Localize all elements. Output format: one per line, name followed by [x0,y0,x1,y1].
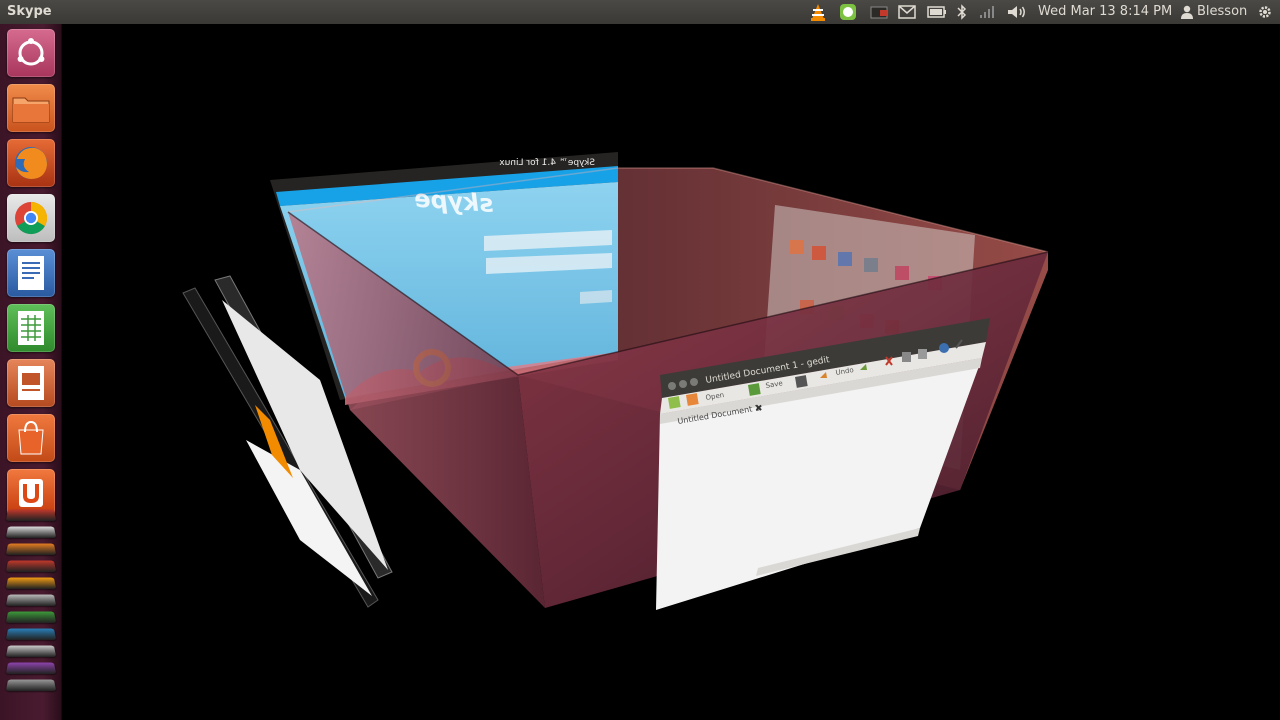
battery-icon[interactable] [926,3,948,21]
launcher-stack-item[interactable] [5,543,57,555]
vlc-icon[interactable] [808,3,828,21]
app-title: Skype [7,4,52,19]
firefox-button[interactable] [7,139,55,187]
gedit-new-icon[interactable] [668,396,681,409]
workspace-cube[interactable]: Skype™ 4.1 for Linux skype Untitled Docu… [62,24,1280,720]
gedit-maximize-icon[interactable] [690,378,698,386]
launcher [0,24,62,720]
software-center-button[interactable] [7,414,55,462]
libreoffice-writer-icon [18,256,44,290]
indicator-icon[interactable] [868,3,890,21]
launcher-stack-item[interactable] [5,679,57,691]
gedit-save-icon[interactable] [748,383,761,396]
firefox-icon [15,147,47,179]
cube-scene: Skype™ 4.1 for Linux skype Untitled Docu… [182,152,1049,610]
chrome-icon [15,201,48,235]
gedit-minimize-icon[interactable] [679,380,687,388]
launcher-stack-item[interactable] [5,509,57,521]
folder-icon [12,97,50,123]
launcher-stack-item[interactable] [5,594,57,606]
libreoffice-impress-icon [18,366,44,400]
chrome-button[interactable] [7,194,55,242]
launcher-stack-item[interactable] [5,628,57,640]
gedit-copy-icon[interactable] [902,352,911,362]
gedit-print-icon[interactable] [795,375,808,388]
volume-icon[interactable] [1005,3,1029,21]
launcher-stack-item[interactable] [5,662,57,674]
gedit-paste-icon[interactable] [918,349,927,359]
mail-icon[interactable] [897,3,917,21]
dash-home-button[interactable] [7,29,55,77]
gedit-search-icon[interactable] [939,343,949,353]
clock[interactable]: Wed Mar 13 8:14 PM [1038,4,1172,19]
launcher-stack-item[interactable] [5,611,57,623]
writer-button[interactable] [7,249,55,297]
impress-button[interactable] [7,359,55,407]
calc-button[interactable] [7,304,55,352]
launcher-stack-item[interactable] [5,560,57,572]
gedit-close-icon[interactable] [668,382,676,390]
skype-window-title[interactable]: Skype™ 4.1 for Linux [499,158,595,168]
chat-status-icon[interactable] [838,3,858,21]
shopping-bag-icon [18,420,44,455]
gedit-open-icon[interactable] [686,393,699,406]
libreoffice-calc-icon [18,311,44,345]
user-name[interactable]: Blesson [1197,4,1247,19]
gedit-tab-close-icon[interactable]: ✖ [755,404,763,414]
launcher-stack-item[interactable] [5,577,57,589]
user-icon [1180,3,1194,21]
files-button[interactable] [7,84,55,132]
bluetooth-icon[interactable] [954,3,970,21]
network-icon[interactable] [976,3,998,21]
launcher-stack-item[interactable] [5,645,57,657]
ubuntu-logo-icon [17,38,45,66]
skype-signin-button [580,290,612,304]
top-panel: Skype Wed Mar 13 8:14 PM Blesson [0,0,1280,24]
launcher-stack-item[interactable] [5,526,57,538]
session-gear-icon[interactable] [1254,3,1276,21]
